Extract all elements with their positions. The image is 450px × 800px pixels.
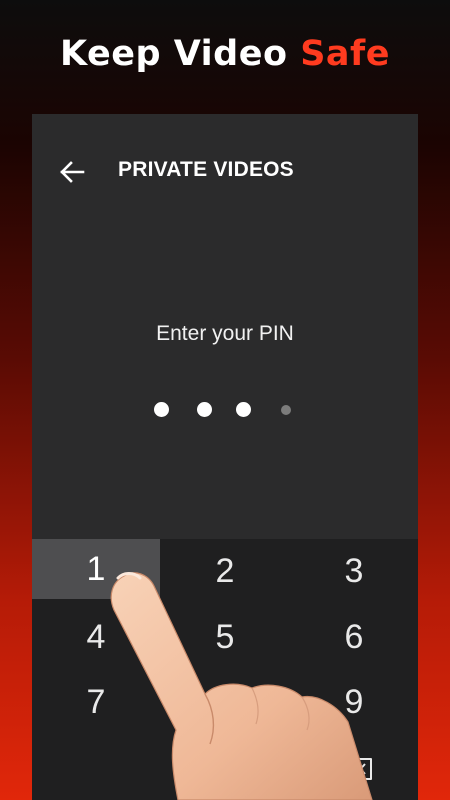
pin-dot-filled [154, 402, 169, 417]
backspace-icon [341, 758, 372, 780]
back-button[interactable] [56, 156, 88, 188]
key-1[interactable]: 1 [32, 539, 160, 599]
key-7[interactable]: 7 [32, 672, 160, 732]
pin-dot-filled [236, 402, 251, 417]
pin-dot-filled [197, 402, 212, 417]
phone-screen: PRIVATE VIDEOS Enter your PIN 1 2 3 4 5 … [32, 114, 418, 800]
headline-text: Keep Video [59, 34, 301, 74]
pin-prompt: Enter your PIN [156, 322, 294, 345]
backspace-button[interactable] [332, 751, 382, 787]
key-8[interactable]: 8 [161, 672, 289, 732]
key-5[interactable]: 5 [161, 607, 289, 667]
key-3[interactable]: 3 [290, 541, 418, 601]
key-9[interactable]: 9 [290, 672, 418, 732]
key-4[interactable]: 4 [32, 607, 160, 667]
arrow-left-icon [60, 161, 85, 183]
page-title: PRIVATE VIDEOS [118, 158, 294, 181]
key-2[interactable]: 2 [161, 541, 289, 601]
app-bar: PRIVATE VIDEOS [32, 114, 418, 226]
promo-headline: Keep Video Safe [0, 34, 450, 74]
pin-indicator [32, 400, 418, 420]
key-6[interactable]: 6 [290, 607, 418, 667]
numeric-keypad: 1 2 3 4 5 6 7 8 9 [32, 539, 418, 800]
headline-accent: Safe [300, 34, 390, 74]
pin-dot-empty [281, 405, 291, 415]
